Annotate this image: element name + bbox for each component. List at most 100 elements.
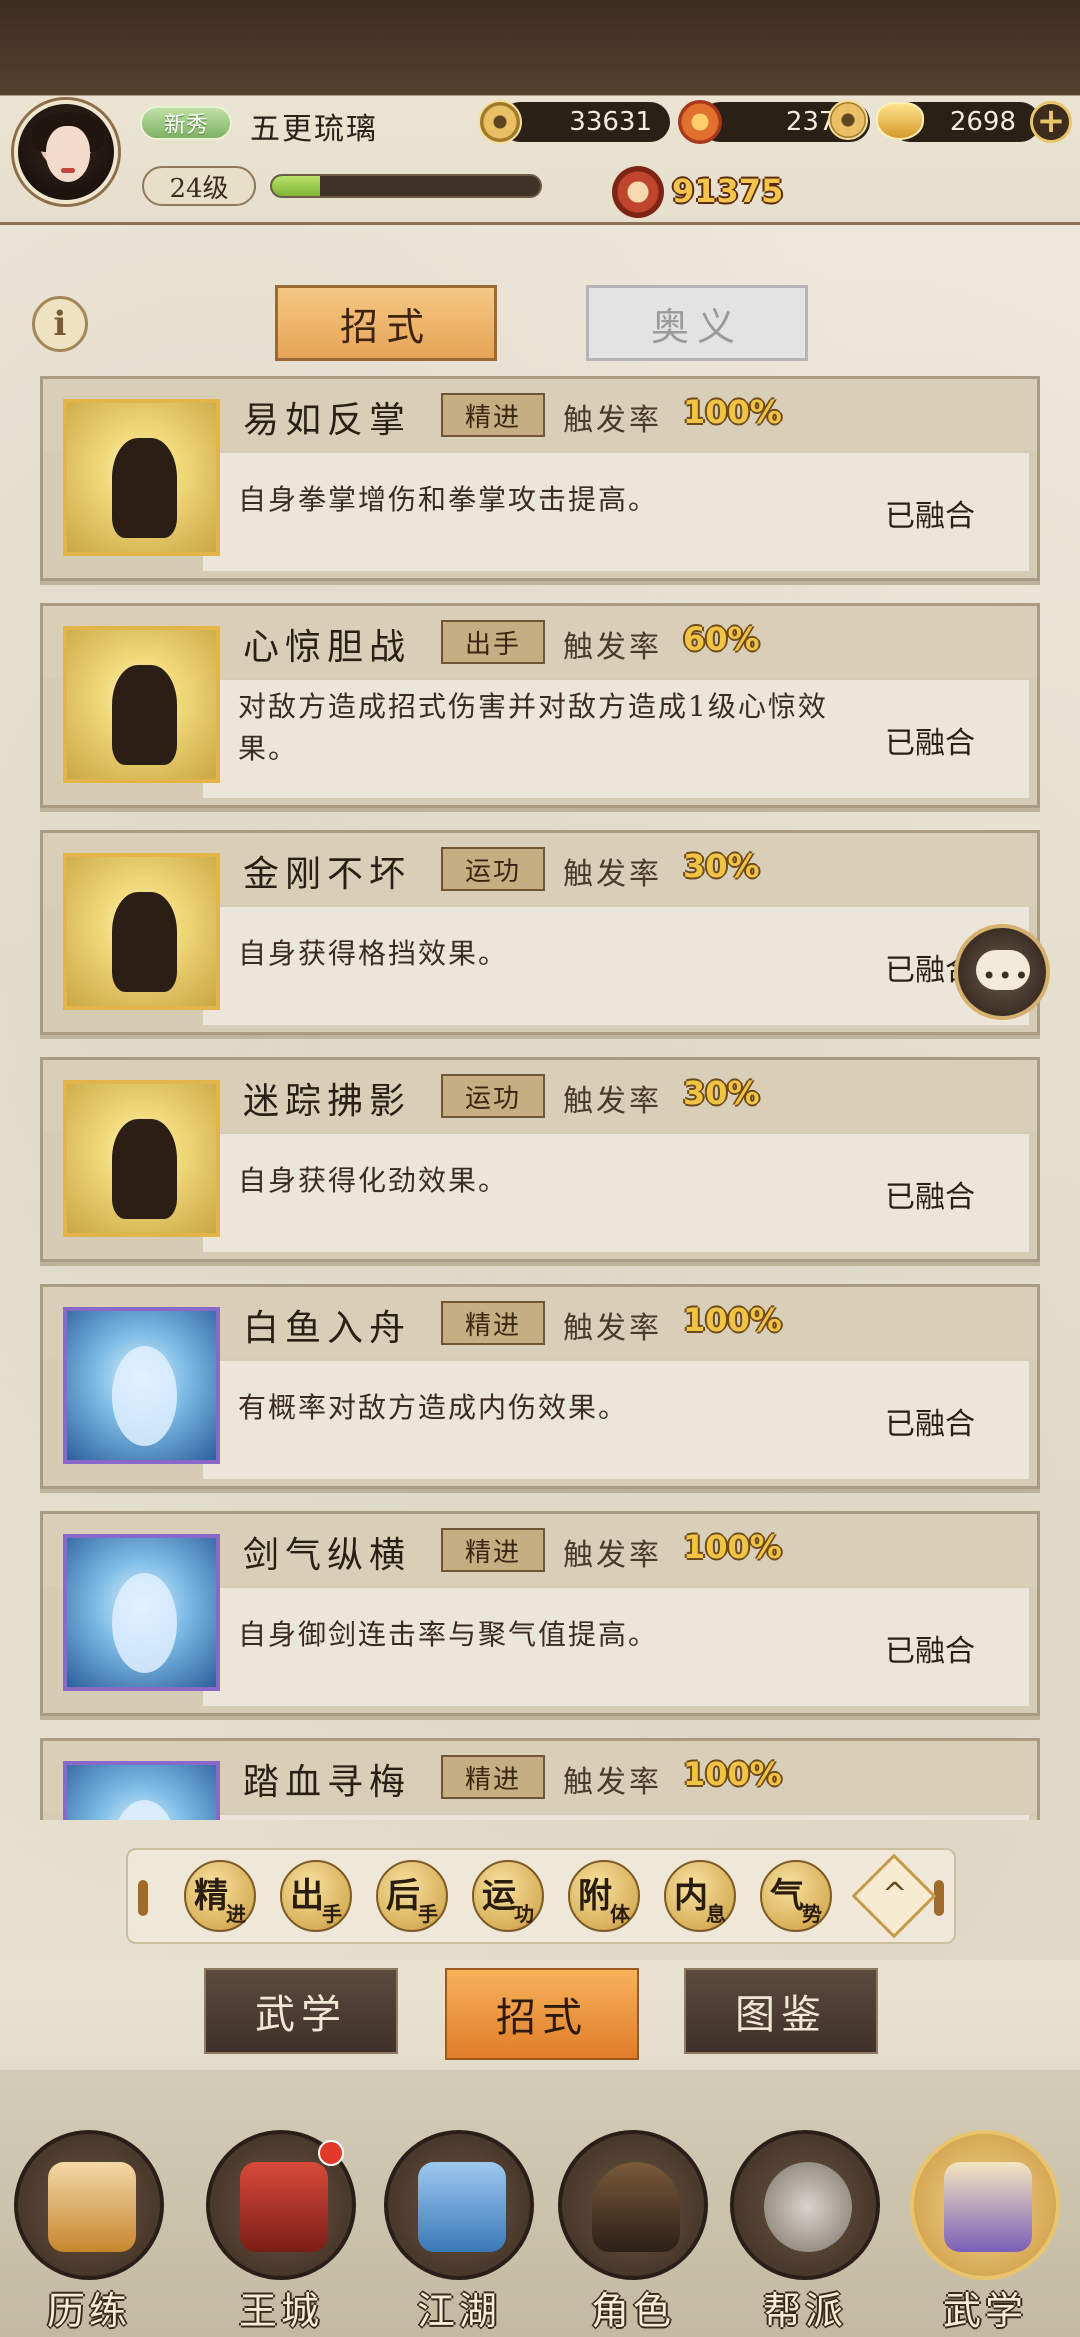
filter-char: 气 (770, 1876, 804, 1916)
trigger-rate-label: 触发率 (563, 630, 662, 665)
subtab-tujian[interactable]: 图鉴 (684, 1968, 878, 2054)
top-bar-strip (0, 0, 1080, 95)
nav-item-wuxue[interactable]: 武学 (910, 2130, 1060, 2333)
nav-label: 历练 (46, 2289, 131, 2333)
fusion-status: 已融合 (885, 1634, 975, 1669)
skill-card[interactable]: 心惊胆战 出手 触发率 60% 对敌方造成招式伤害并对敌方造成1级心惊效果。 已… (40, 603, 1040, 808)
nav-item-bangpai[interactable]: 帮派 (730, 2130, 880, 2333)
blood-plum-skill-icon (63, 1761, 220, 1820)
skill-type-filter-bar: 精 进 出 手 后 手 运 功 附 体 内 息 气 势 ^ (126, 1848, 956, 1944)
skill-card-body (203, 1815, 1029, 1820)
filter-chushou-button[interactable]: 出 手 (280, 1860, 352, 1932)
skill-description: 自身拳掌增伤和拳掌攻击提高。 (238, 483, 659, 516)
filter-char: 后 (386, 1876, 420, 1916)
nav-art (944, 2162, 1032, 2252)
skill-card[interactable]: 易如反掌 精进 触发率 100% 自身拳掌增伤和拳掌攻击提高。 已融合 (40, 376, 1040, 581)
exp-bar (270, 174, 542, 198)
trigger-rate-value: 30% (683, 1074, 760, 1112)
skill-list[interactable]: 易如反掌 精进 触发率 100% 自身拳掌增伤和拳掌攻击提高。 已融合 心惊胆战… (40, 372, 1040, 1820)
fusion-status: 已融合 (885, 1180, 975, 1215)
skill-description: 自身获得格挡效果。 (238, 937, 509, 970)
filter-subchar: 体 (610, 1902, 630, 1926)
skill-card[interactable]: 金刚不坏 运功 触发率 30% 自身获得格挡效果。 已融合 (40, 830, 1040, 1035)
training-icon (14, 2130, 164, 2280)
nav-item-lilian[interactable]: 历练 (14, 2130, 164, 2333)
skill-card[interactable]: 剑气纵横 精进 触发率 100% 自身御剑连击率与聚气值提高。 已融合 (40, 1511, 1040, 1716)
fusion-status: 已融合 (885, 726, 975, 761)
skill-type-tag: 精进 (441, 1301, 545, 1345)
trigger-rate-value: 100% (683, 1755, 782, 1793)
chat-bubble-icon[interactable]: ••• (954, 924, 1050, 1020)
filter-subchar: 功 (514, 1902, 534, 1926)
skill-name: 金刚不坏 (243, 854, 412, 895)
tab-zhaoshi[interactable]: 招式 (275, 285, 497, 361)
notification-dot-icon (318, 2140, 344, 2166)
gold-ingot-icon (876, 102, 924, 140)
rank-badge: 新秀 (140, 106, 232, 140)
filter-houshou-button[interactable]: 后 手 (376, 1860, 448, 1932)
trigger-rate-value: 100% (683, 1301, 782, 1339)
filter-futi-button[interactable]: 附 体 (568, 1860, 640, 1932)
filter-qishi-button[interactable]: 气 势 (760, 1860, 832, 1932)
player-avatar[interactable] (14, 100, 118, 204)
sword-world-icon (384, 2130, 534, 2280)
expand-filters-chevron-icon[interactable]: ^ (851, 1853, 937, 1939)
filter-jingjin-button[interactable]: 精 进 (184, 1860, 256, 1932)
copper-coin-balance[interactable]: 33631 (500, 102, 670, 142)
filter-char: 出 (290, 1876, 324, 1916)
skill-type-tag: 出手 (441, 620, 545, 664)
skill-icon-figure (112, 1573, 177, 1673)
trigger-rate-label: 触发率 (563, 857, 662, 892)
filter-subchar: 息 (706, 1902, 726, 1926)
subtab-wuxue[interactable]: 武学 (204, 1968, 398, 2054)
trigger-rate-value: 30% (683, 847, 760, 885)
info-icon[interactable]: i (32, 296, 88, 352)
bottom-navigation: 历练 王城 江湖 角色 帮派 武学 (0, 2070, 1080, 2337)
skill-icon-figure (112, 438, 177, 538)
skill-description: 对敌方造成招式伤害并对敌方造成1级心惊效果。 (238, 690, 828, 765)
nav-item-jianghu[interactable]: 江湖 (384, 2130, 534, 2333)
trigger-rate-label: 触发率 (563, 1311, 662, 1346)
filter-subchar: 势 (802, 1902, 822, 1926)
fusion-status: 已融合 (885, 1407, 975, 1442)
skill-icon-figure (112, 892, 177, 992)
sword-qi-skill-icon (63, 1534, 220, 1691)
trigger-rate-label: 触发率 (563, 1765, 662, 1800)
character-icon (558, 2130, 708, 2280)
nav-art (592, 2162, 680, 2252)
skill-type-tag: 运功 (441, 847, 545, 891)
guild-icon (730, 2130, 880, 2280)
skill-card[interactable]: 踏血寻梅 精进 触发率 100% (40, 1738, 1040, 1820)
skill-name: 易如反掌 (243, 400, 412, 441)
skill-type-tag: 精进 (441, 393, 545, 437)
skill-type-tag: 精进 (441, 1528, 545, 1572)
trigger-rate-label: 触发率 (563, 1538, 662, 1573)
filter-char: 运 (482, 1876, 516, 1916)
skill-name: 剑气纵横 (243, 1535, 412, 1576)
top-bar-divider (0, 222, 1080, 225)
tab-aoyi[interactable]: 奥义 (586, 285, 808, 361)
nav-item-juese[interactable]: 角色 (558, 2130, 708, 2333)
skill-card[interactable]: 迷踪拂影 运功 触发率 30% 自身获得化劲效果。 已融合 (40, 1057, 1040, 1262)
filter-subchar: 手 (418, 1902, 438, 1926)
silver-coin-icon (828, 100, 868, 140)
subtab-zhaoshi[interactable]: 招式 (445, 1968, 639, 2060)
nav-item-wangcheng[interactable]: 王城 (206, 2130, 356, 2333)
skill-icon-figure (112, 1119, 177, 1219)
nav-art (48, 2162, 136, 2252)
trigger-rate-value: 100% (683, 1528, 782, 1566)
white-fish-skill-icon (63, 1307, 220, 1464)
skill-description: 自身御剑连击率与聚气值提高。 (238, 1618, 659, 1651)
nav-art (418, 2162, 506, 2252)
filter-bar-right-cap (934, 1880, 944, 1916)
trigger-rate-value: 100% (683, 393, 782, 431)
fusion-status: 已融合 (885, 499, 975, 534)
scroll-icon (910, 2130, 1060, 2280)
filter-neixi-button[interactable]: 内 息 (664, 1860, 736, 1932)
add-currency-plus-icon[interactable]: + (1030, 101, 1072, 143)
gold-ingot-value: 2698 (949, 107, 1016, 137)
filter-yungong-button[interactable]: 运 功 (472, 1860, 544, 1932)
skill-card[interactable]: 白鱼入舟 精进 触发率 100% 有概率对敌方造成内伤效果。 已融合 (40, 1284, 1040, 1489)
filter-char: 精 (194, 1876, 228, 1916)
fear-strike-skill-icon (63, 626, 220, 783)
